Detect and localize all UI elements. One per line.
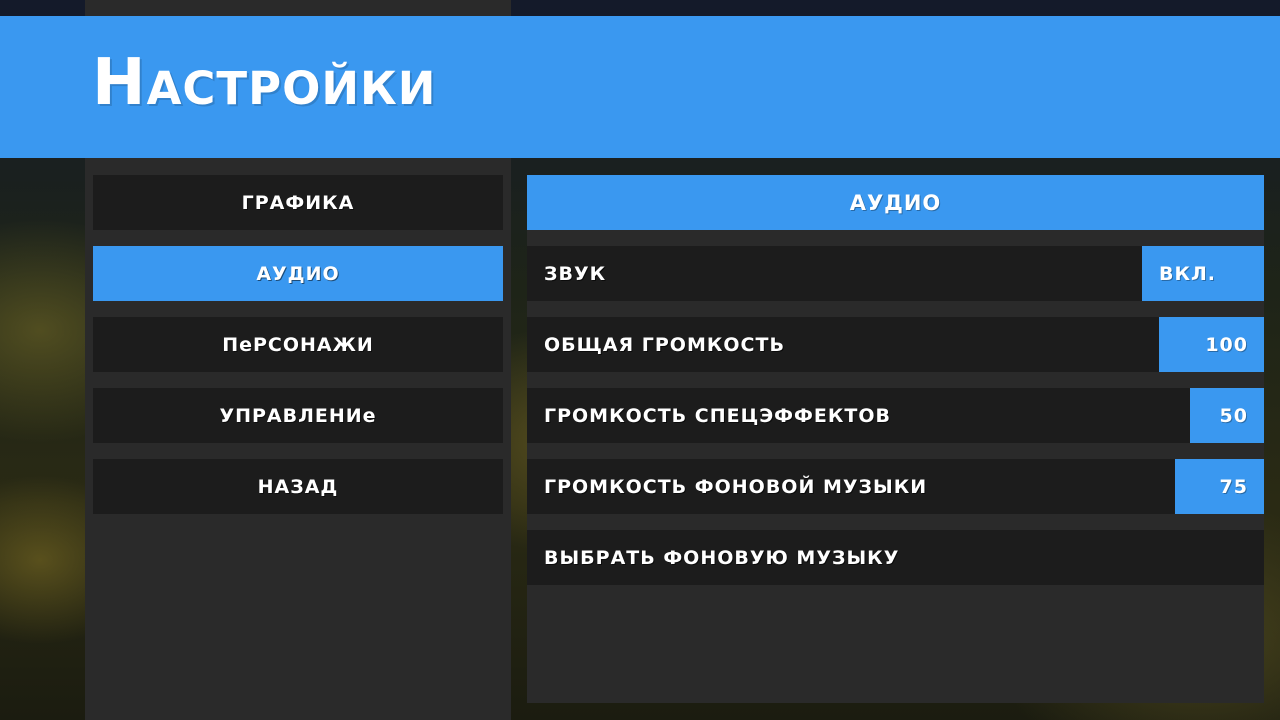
setting-row-select-music[interactable]: ВЫБРАТЬ ФОНОВУЮ МУЗЫКУ <box>527 530 1264 585</box>
sound-toggle[interactable]: ВКЛ. <box>1142 246 1264 301</box>
section-title-audio: АУДИО <box>527 175 1264 230</box>
sfx-volume-slider[interactable]: 50 <box>1190 388 1264 443</box>
menu-item-characters[interactable]: ПеРСОНАЖИ <box>93 317 503 372</box>
setting-label-sfx-volume: ГРОМКОСТЬ СПЕЦЭФФЕКТОВ <box>544 404 891 427</box>
menu-item-audio[interactable]: АУДИО <box>93 246 503 301</box>
settings-screen: Настройки ГРАФИКА АУДИО ПеРСОНАЖИ УПРАВЛ… <box>0 0 1280 720</box>
setting-label-select-music: ВЫБРАТЬ ФОНОВУЮ МУЗЫКУ <box>544 546 900 569</box>
setting-label-sound: ЗВУК <box>544 262 607 285</box>
setting-row-sound[interactable]: ЗВУК ВКЛ. <box>527 246 1264 301</box>
page-title: Настройки <box>92 46 437 120</box>
menu-item-graphics[interactable]: ГРАФИКА <box>93 175 503 230</box>
menu-item-back[interactable]: НАЗАД <box>93 459 503 514</box>
music-volume-slider[interactable]: 75 <box>1175 459 1264 514</box>
setting-row-master-volume[interactable]: ОБЩАЯ ГРОМКОСТЬ 100 <box>527 317 1264 372</box>
setting-label-music-volume: ГРОМКОСТЬ ФОНОВОЙ МУЗЫКИ <box>544 475 928 498</box>
master-volume-slider[interactable]: 100 <box>1159 317 1264 372</box>
setting-row-sfx-volume[interactable]: ГРОМКОСТЬ СПЕЦЭФФЕКТОВ 50 <box>527 388 1264 443</box>
header-bar: Настройки <box>0 16 1280 158</box>
setting-row-music-volume[interactable]: ГРОМКОСТЬ ФОНОВОЙ МУЗЫКИ 75 <box>527 459 1264 514</box>
menu-item-controls[interactable]: УПРАВЛЕНИе <box>93 388 503 443</box>
setting-label-master-volume: ОБЩАЯ ГРОМКОСТЬ <box>544 333 785 356</box>
